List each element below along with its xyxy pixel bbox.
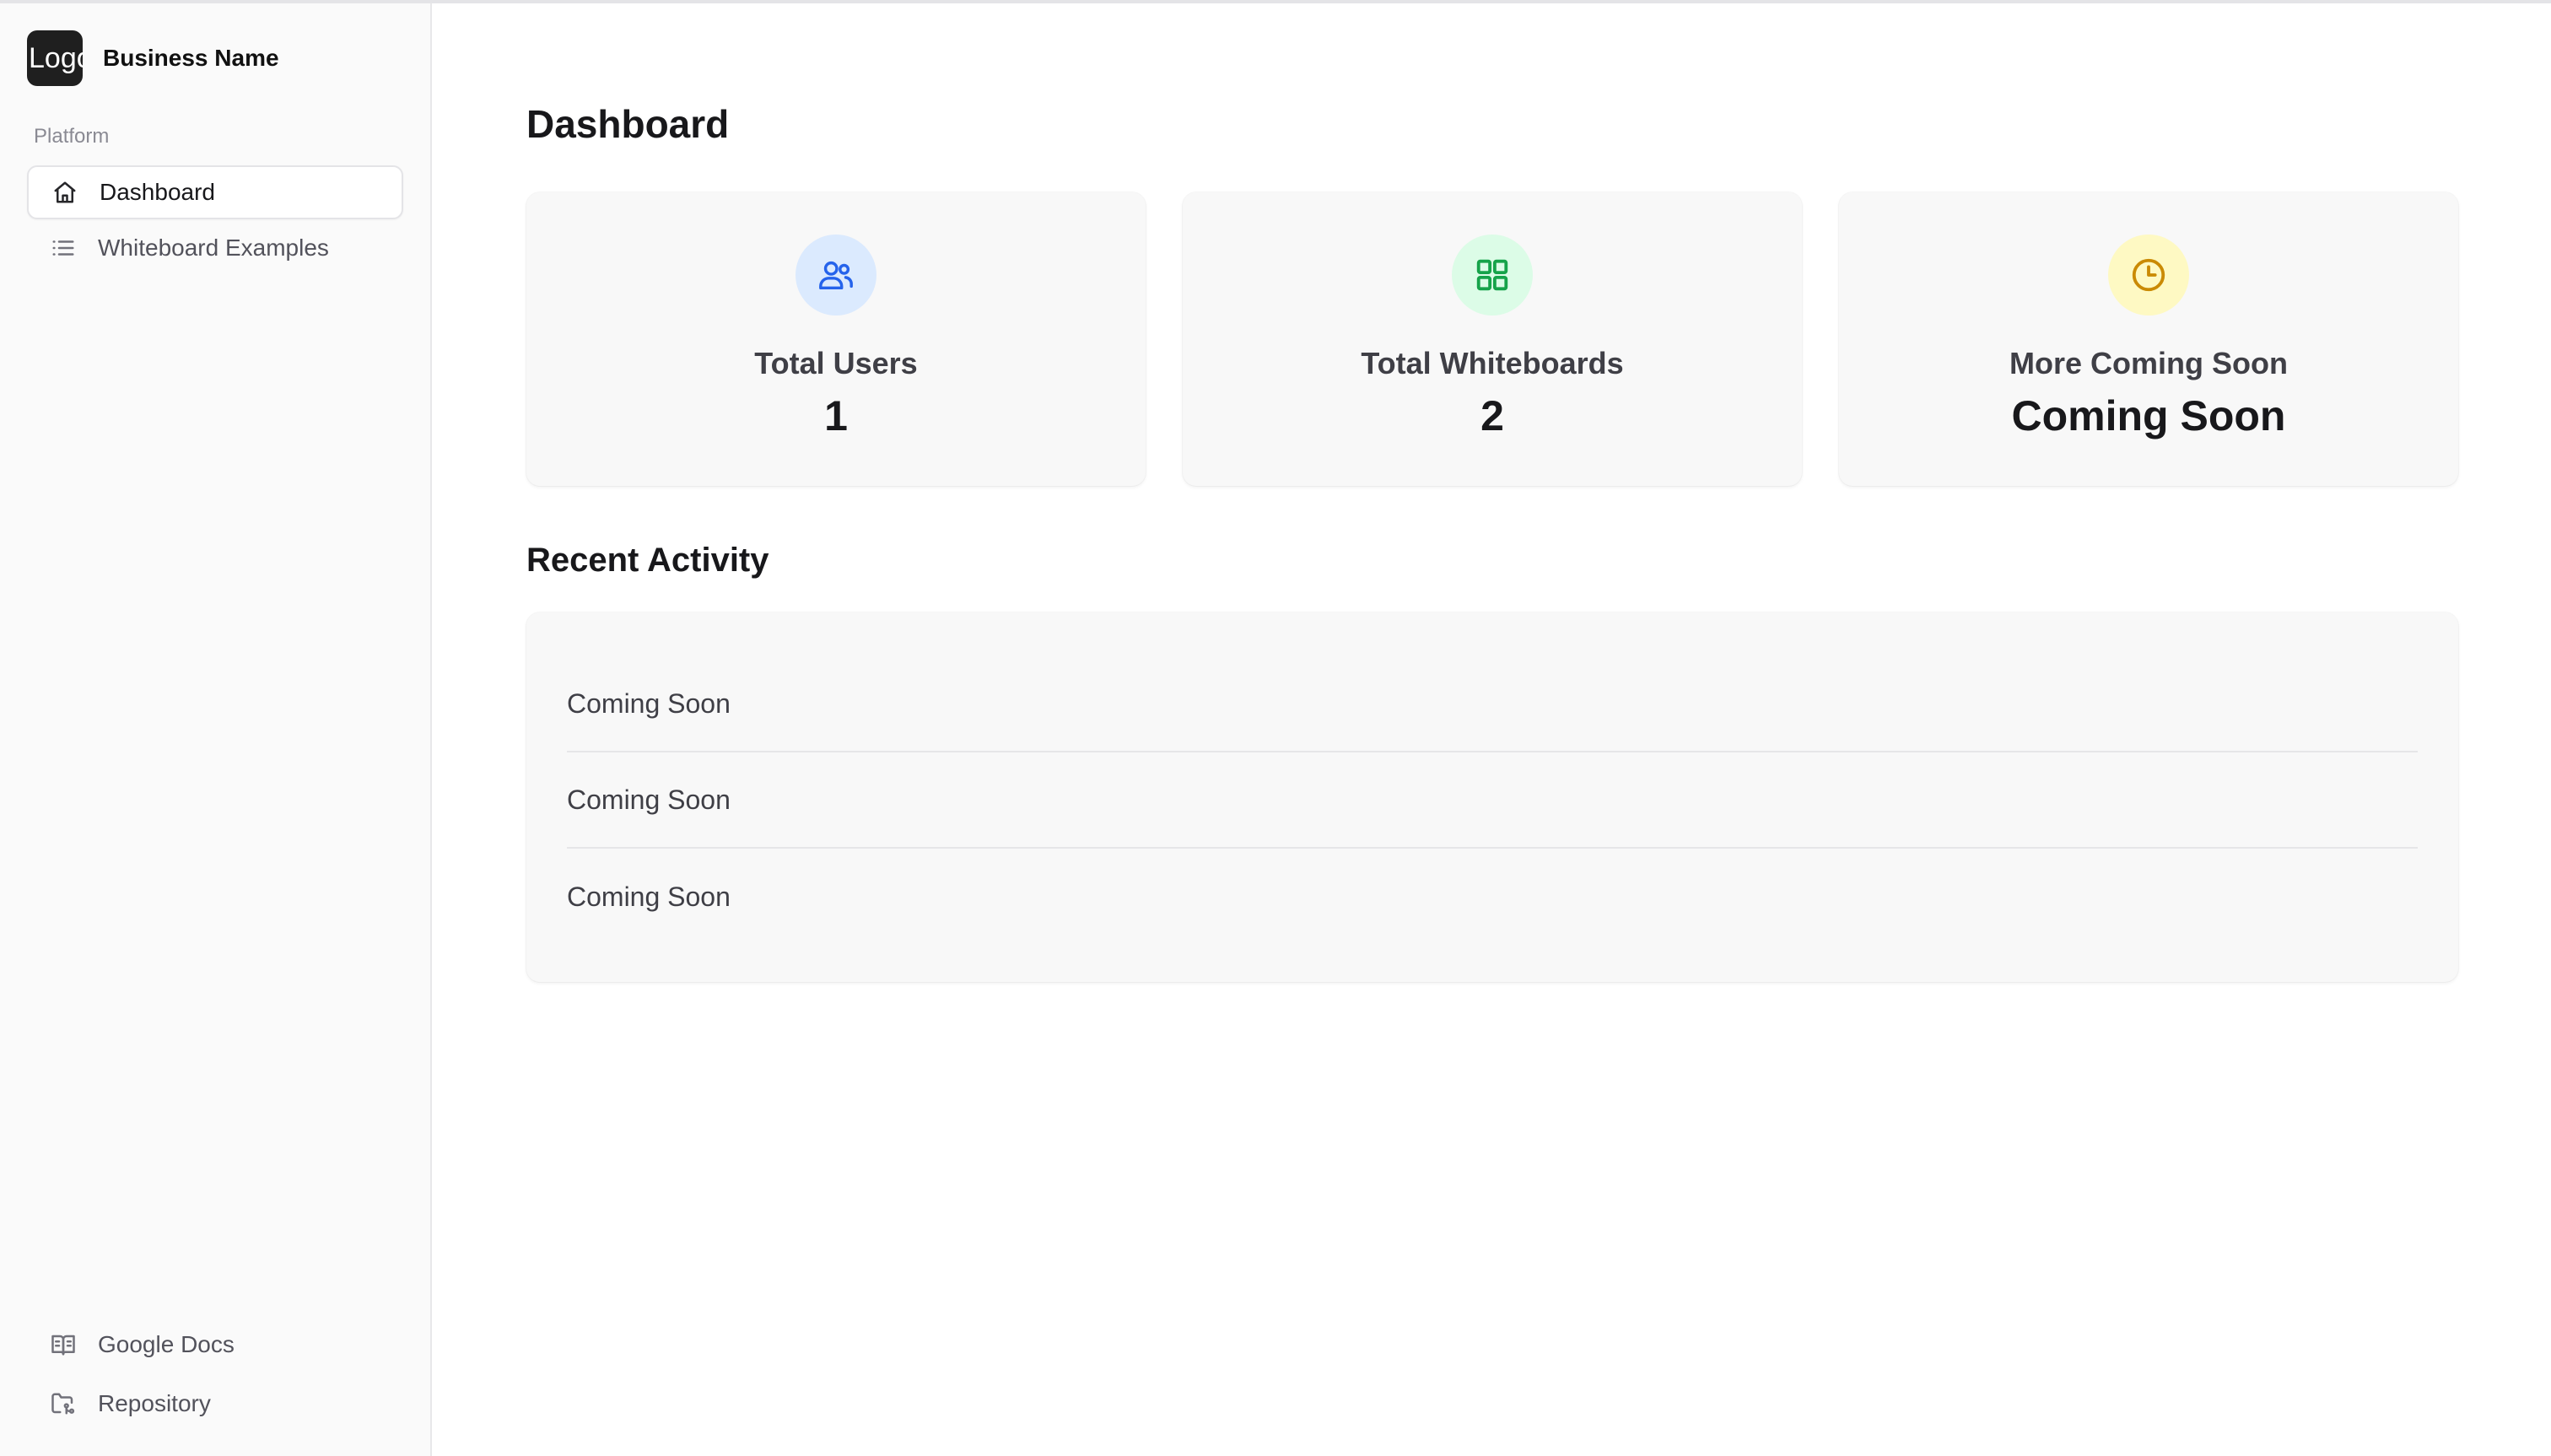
clock-icon xyxy=(2108,235,2189,315)
book-open-icon xyxy=(49,1330,78,1359)
stat-cards: Total Users 1 Total Whiteboards 2 More C… xyxy=(526,192,2458,488)
brand[interactable]: Logo Business Name xyxy=(27,30,279,86)
activity-item: Coming Soon xyxy=(567,752,2418,849)
grid-icon xyxy=(1452,235,1533,315)
list-icon xyxy=(49,234,78,262)
folder-git-icon xyxy=(49,1389,78,1418)
home-icon xyxy=(51,178,79,207)
activity-list: Coming Soon Coming Soon Coming Soon xyxy=(567,656,2418,945)
logo: Logo xyxy=(27,30,83,86)
page-title: Dashboard xyxy=(526,102,730,146)
main-content: Dashboard Total Users 1 Total Whiteboard… xyxy=(434,3,2551,1456)
sidebar-item-google-docs[interactable]: Google Docs xyxy=(27,1316,403,1373)
stat-card-more-coming-soon: More Coming Soon Coming Soon xyxy=(1839,192,2458,486)
sidebar-footer-nav: Google Docs Repository xyxy=(27,1316,403,1434)
sidebar-item-label: Dashboard xyxy=(100,179,215,205)
sidebar-item-label: Google Docs xyxy=(98,1331,235,1357)
sidebar-item-label: Whiteboard Examples xyxy=(98,235,329,261)
activity-item: Coming Soon xyxy=(567,881,731,912)
sidebar-group-label: Platform xyxy=(34,125,110,148)
sidebar-item-label: Repository xyxy=(98,1390,211,1416)
stat-card-label: More Coming Soon xyxy=(2009,346,2288,380)
app-root: Logo Business Name Platform Dashboard xyxy=(0,0,2551,1456)
sidebar-item-repository[interactable]: Repository xyxy=(27,1375,403,1432)
users-icon xyxy=(796,235,876,315)
recent-activity-title: Recent Activity xyxy=(526,542,769,579)
stat-card-total-whiteboards: Total Whiteboards 2 xyxy=(1183,192,1802,486)
stat-card-label: Total Whiteboards xyxy=(1361,346,1624,380)
stat-card-total-users: Total Users 1 xyxy=(526,192,1146,486)
sidebar: Logo Business Name Platform Dashboard xyxy=(0,3,432,1456)
sidebar-nav: Dashboard Whiteboard Examples xyxy=(27,165,403,277)
recent-activity-panel: Coming Soon Coming Soon Coming Soon xyxy=(526,612,2458,982)
activity-item: Coming Soon xyxy=(567,656,2418,752)
sidebar-item-whiteboard-examples[interactable]: Whiteboard Examples xyxy=(27,221,403,275)
stat-card-value: 1 xyxy=(824,392,848,439)
stat-card-value: 2 xyxy=(1480,392,1504,439)
stat-card-value: Coming Soon xyxy=(2011,392,2286,439)
stat-card-label: Total Users xyxy=(754,346,918,380)
sidebar-item-dashboard[interactable]: Dashboard xyxy=(27,165,403,219)
business-name: Business Name xyxy=(103,45,279,71)
